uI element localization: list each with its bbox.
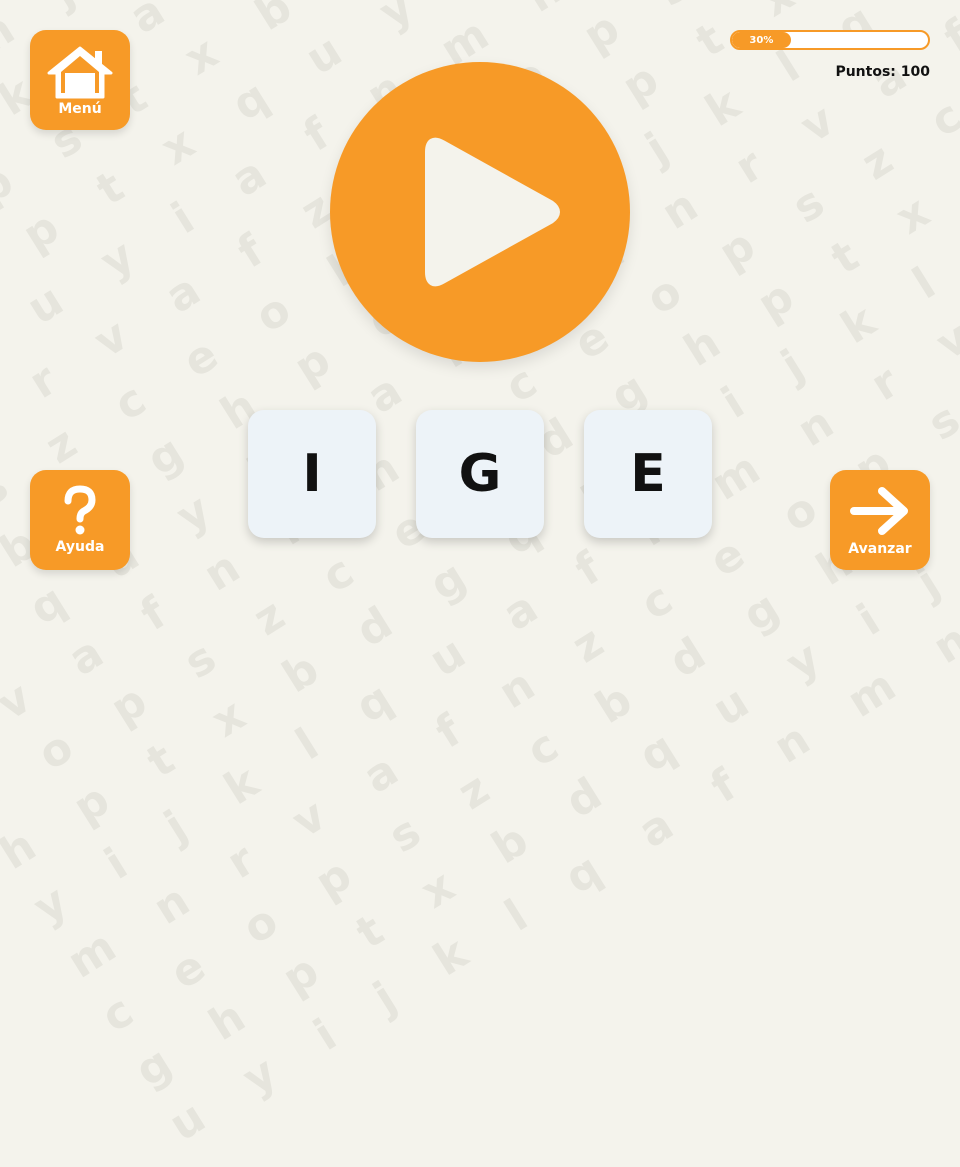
next-button[interactable]: Avanzar [830, 470, 930, 570]
arrow-right-icon [850, 487, 908, 535]
letter-tile[interactable]: G [416, 410, 544, 538]
letter-tile-text: G [458, 444, 502, 504]
next-label: Avanzar [848, 541, 912, 557]
menu-label: Menú [58, 101, 102, 117]
letter-tile[interactable]: E [584, 410, 712, 538]
home-icon [47, 46, 113, 99]
progress-label: 30% [749, 34, 774, 46]
progress-bar: 30% [730, 30, 930, 50]
score-text: Puntos: 100 [835, 64, 930, 80]
progress-fill: 30% [732, 32, 791, 48]
letter-tile-text: I [302, 444, 322, 504]
letter-tile-text: E [630, 444, 666, 504]
letter-tiles: I G E [248, 410, 712, 538]
menu-button[interactable]: Menú [30, 30, 130, 130]
question-mark-icon [64, 485, 96, 535]
help-label: Ayuda [55, 539, 105, 555]
letter-tile[interactable]: I [248, 410, 376, 538]
play-icon [425, 137, 560, 287]
help-button[interactable]: Ayuda [30, 470, 130, 570]
play-button[interactable] [330, 62, 630, 362]
